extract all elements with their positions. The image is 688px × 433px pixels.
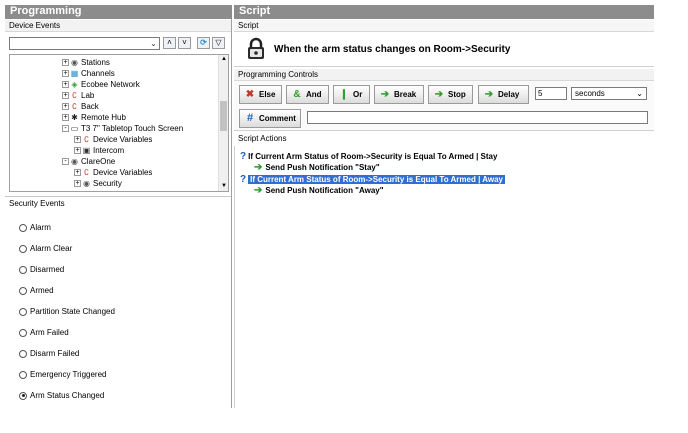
security-event-option[interactable]: Partition State Changed: [19, 306, 115, 318]
security-event-option[interactable]: Alarm Clear: [19, 243, 72, 255]
stop-button[interactable]: ➔ Stop: [428, 85, 473, 104]
script-actions-label: Script Actions: [234, 133, 654, 145]
action-row-1-condition[interactable]: ? If Current Arm Status of Room->Security…: [240, 151, 497, 162]
security-event-label: Alarm Clear: [30, 244, 73, 253]
security-event-option[interactable]: Alarm: [19, 222, 51, 234]
radio-icon[interactable]: [19, 349, 27, 358]
action-row-2-condition[interactable]: ? If Current Arm Status of Room->Security…: [240, 174, 505, 185]
ampersand-icon: &: [293, 89, 301, 100]
security-event-label: Emergency Triggered: [30, 370, 107, 379]
security-event-option[interactable]: Arm Status Changed: [19, 390, 104, 402]
security-event-label: Arm Status Changed: [30, 391, 105, 400]
security-events-list: Alarm Alarm Clear Disarmed Armed Partition S…: [0, 0, 232, 433]
security-event-label: Partition State Changed: [30, 307, 115, 316]
script-title: Script: [239, 5, 271, 17]
programming-controls-label: Programming Controls: [234, 69, 654, 81]
green-arrow-icon: ➔: [254, 162, 263, 173]
radio-icon[interactable]: [19, 244, 27, 253]
radio-selected-icon[interactable]: [19, 391, 27, 400]
green-arrow-icon: ➔: [254, 185, 263, 196]
chevron-down-icon: ⌄: [636, 89, 643, 98]
trigger-text: When the arm status changes on Room->Sec…: [274, 44, 511, 55]
stop-arrow-icon: ➔: [434, 89, 444, 100]
comment-input[interactable]: [307, 111, 648, 124]
security-event-label: Arm Failed: [30, 328, 69, 337]
security-event-option[interactable]: Arm Failed: [19, 327, 69, 339]
selected-condition-text: If Current Arm Status of Room->Security …: [248, 175, 505, 184]
security-event-label: Disarm Failed: [30, 349, 80, 358]
lock-icon: [246, 37, 266, 61]
radio-icon[interactable]: [19, 223, 27, 232]
or-button[interactable]: ❙ Or: [333, 85, 370, 104]
hash-icon: #: [246, 112, 254, 124]
security-event-label: Alarm: [30, 223, 51, 232]
radio-icon[interactable]: [19, 328, 27, 337]
script-header: Script: [234, 5, 654, 19]
break-arrow-icon: ➔: [380, 89, 390, 100]
action-row-2-action[interactable]: ➔ Send Push Notification "Away": [254, 185, 384, 196]
action-row-1-action[interactable]: ➔ Send Push Notification "Stay": [254, 162, 380, 173]
question-icon: ?: [240, 151, 247, 162]
break-button[interactable]: ➔ Break: [374, 85, 424, 104]
security-event-option[interactable]: Disarmed: [19, 264, 64, 276]
else-button[interactable]: ✖ Else: [239, 85, 282, 104]
radio-icon[interactable]: [19, 307, 27, 316]
radio-icon[interactable]: [19, 286, 27, 295]
security-event-option[interactable]: Emergency Triggered: [19, 369, 106, 381]
security-event-label: Disarmed: [30, 265, 65, 274]
delay-arrow-icon: ➔: [484, 89, 494, 100]
else-icon: ✖: [245, 89, 255, 100]
comment-button[interactable]: # Comment: [239, 109, 301, 128]
and-button[interactable]: & And: [286, 85, 329, 104]
or-bar-icon: ❙: [339, 89, 349, 100]
radio-icon[interactable]: [19, 265, 27, 274]
delay-button[interactable]: ➔ Delay: [478, 85, 529, 104]
security-event-option[interactable]: Disarm Failed: [19, 348, 79, 360]
security-event-option[interactable]: Armed: [19, 285, 54, 297]
script-label: Script: [234, 20, 654, 32]
security-event-label: Armed: [30, 286, 54, 295]
radio-icon[interactable]: [19, 370, 27, 379]
delay-value-input[interactable]: 5: [535, 87, 567, 100]
question-icon: ?: [240, 174, 247, 185]
delay-unit-select[interactable]: seconds ⌄: [571, 87, 647, 100]
